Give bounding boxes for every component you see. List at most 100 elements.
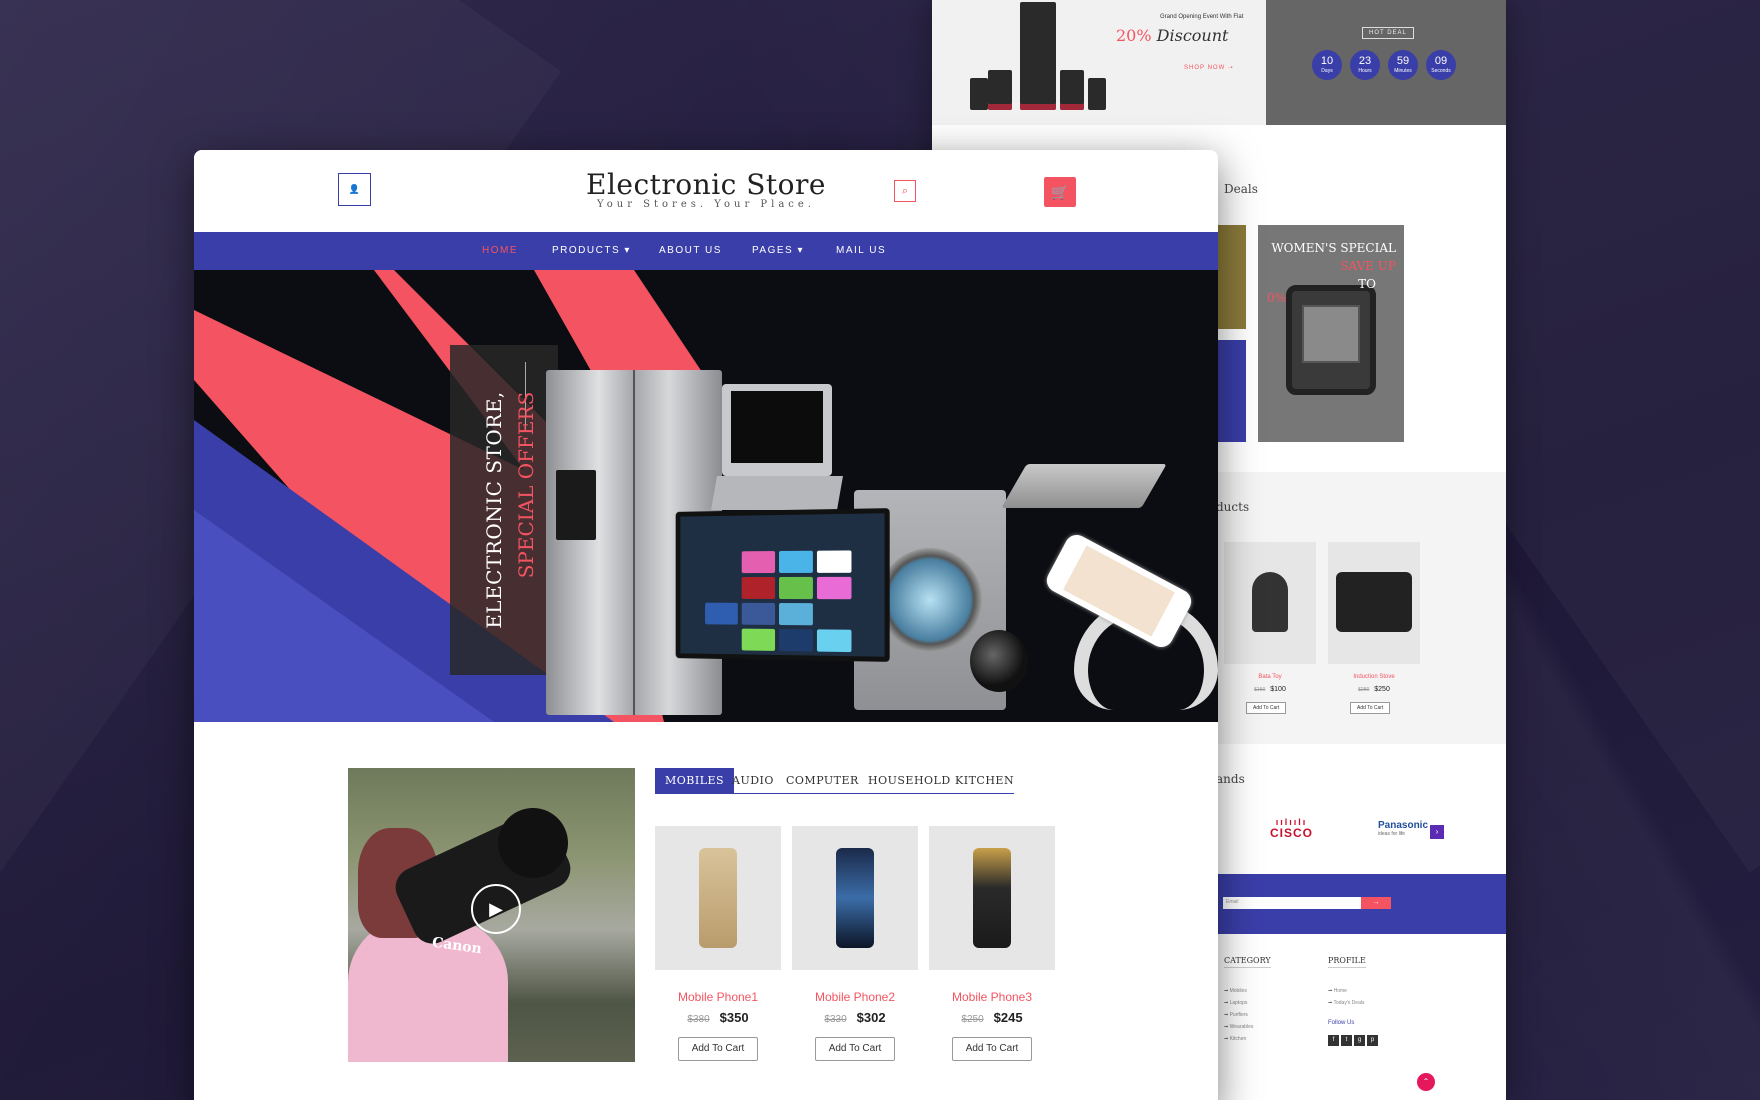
product-price: $330 $302: [824, 1010, 886, 1025]
product-card: Mobile Phone1 $380 $350 Add To Cart: [655, 826, 781, 1061]
speaker-image: [988, 70, 1012, 110]
product-image[interactable]: [655, 826, 781, 970]
promo-banner: Grand Opening Event With Flat 20% Discou…: [932, 0, 1506, 125]
cart-icon[interactable]: 🛒: [1044, 177, 1076, 207]
deal-tile[interactable]: [1216, 340, 1246, 442]
products-title: ducts: [1216, 500, 1250, 514]
nav-products[interactable]: PRODUCTS ▾: [552, 245, 631, 256]
hero-banner: ELECTRONIC STORE, SPECIAL OFFERS: [194, 270, 1218, 722]
product-price: $280 $250: [1358, 686, 1390, 693]
hero-subheading: SPECIAL OFFERS: [514, 391, 538, 579]
timer-seconds: 09 Seconds: [1426, 50, 1456, 80]
speaker-image: [970, 78, 988, 110]
tab-computer[interactable]: COMPUTER: [786, 768, 859, 794]
product-card: Mobile Phone2 $330 $302 Add To Cart: [792, 826, 918, 1061]
deal-tile[interactable]: [1216, 225, 1246, 329]
next-arrow-button[interactable]: ›: [1430, 825, 1444, 839]
discount-text: 20% Discount: [1116, 26, 1229, 45]
footer-link[interactable]: Home: [1328, 988, 1347, 994]
footer-link[interactable]: Purifiers: [1224, 1012, 1248, 1018]
timer-hours: 23 Hours: [1350, 50, 1380, 80]
profile-heading: PROFILE: [1328, 956, 1366, 968]
speaker-image: [1020, 2, 1056, 110]
footer-link[interactable]: Laptops: [1224, 1000, 1248, 1006]
scroll-to-top-button[interactable]: ⌃: [1417, 1073, 1435, 1091]
deals-title: Deals: [1224, 182, 1258, 196]
add-to-cart-button[interactable]: Add To Cart: [952, 1037, 1032, 1061]
facebook-icon[interactable]: f: [1328, 1035, 1339, 1046]
footer-link[interactable]: Today's Deals: [1328, 1000, 1365, 1006]
product-name[interactable]: Bata Toy: [1224, 674, 1316, 680]
site-title: Electronic Store: [586, 168, 826, 201]
watch-image: [1286, 285, 1376, 395]
macbook-image: [1001, 464, 1167, 508]
category-tabs: MOBILES AUDIO COMPUTER HOUSEHOLD KITCHEN: [655, 768, 1014, 794]
hero-heading: ELECTRONIC STORE,: [482, 391, 506, 629]
nav-home[interactable]: HOME: [482, 245, 518, 256]
product-image[interactable]: [792, 826, 918, 970]
video-thumbnail[interactable]: Canon ▶: [348, 768, 635, 1062]
speaker-image: [1060, 70, 1084, 110]
laptop-image: [711, 384, 843, 510]
site-logo[interactable]: Electronic Store Your Stores. Your Place…: [534, 168, 878, 210]
main-page-preview: 👤 Electronic Store Your Stores. Your Pla…: [194, 150, 1218, 1100]
add-to-cart-button[interactable]: Add To Cart: [815, 1037, 895, 1061]
cisco-logo[interactable]: ıılıılı CISCO: [1270, 818, 1313, 841]
womens-special-text: WOMEN'S SPECIAL: [1271, 241, 1396, 255]
products-section: Canon ▶ MOBILES AUDIO COMPUTER HOUSEHOLD…: [194, 722, 1218, 1100]
tab-mobiles[interactable]: MOBILES: [655, 768, 735, 794]
product-image[interactable]: [929, 826, 1055, 970]
add-to-cart-button[interactable]: Add To Cart: [1350, 702, 1391, 714]
user-icon[interactable]: 👤: [338, 173, 371, 206]
email-input[interactable]: Email: [1223, 897, 1361, 909]
search-icon[interactable]: ⌕: [894, 180, 916, 202]
footer-link[interactable]: Wearables: [1224, 1024, 1254, 1030]
banner-subtext: Grand Opening Event With Flat: [1160, 14, 1244, 20]
timer-days: 10 Days: [1312, 50, 1342, 80]
speaker-image: [1088, 78, 1106, 110]
percent-text: 0%: [1266, 291, 1286, 305]
product-name[interactable]: Mobile Phone1: [655, 990, 781, 1004]
to-text: TO: [1358, 277, 1376, 291]
webcam-image: [970, 630, 1028, 692]
footer-link[interactable]: Mobiles: [1224, 988, 1247, 994]
womens-special-tile[interactable]: WOMEN'S SPECIAL SAVE UP TO 0%: [1258, 225, 1404, 442]
add-to-cart-button[interactable]: Add To Cart: [1246, 702, 1287, 714]
product-price: $150 $100: [1254, 686, 1286, 693]
tab-kitchen[interactable]: KITCHEN: [955, 768, 1014, 794]
tab-audio[interactable]: AUDIO: [732, 768, 774, 794]
site-header: 👤 Electronic Store Your Stores. Your Pla…: [194, 150, 1218, 232]
product-card-image[interactable]: [1328, 542, 1420, 664]
pinterest-icon[interactable]: p: [1367, 1035, 1378, 1046]
product-card-image[interactable]: [1224, 542, 1316, 664]
product-price: $380 $350: [687, 1010, 749, 1025]
twitter-icon[interactable]: t: [1341, 1035, 1352, 1046]
nav-mail-us[interactable]: MAIL US: [836, 245, 886, 256]
smart-tv-image: [675, 508, 890, 662]
product-name[interactable]: Mobile Phone3: [929, 990, 1055, 1004]
hot-deal-banner: HOT DEAL 10 Days 23 Hours 59 Minutes 09 Seco…: [1266, 0, 1506, 125]
brands-title: ands: [1216, 772, 1245, 786]
iron-image: [1252, 572, 1288, 632]
follow-us-label: Follow Us: [1328, 1020, 1355, 1026]
nav-pages[interactable]: PAGES ▾: [752, 245, 804, 256]
product-name[interactable]: Induction Stove: [1328, 674, 1420, 680]
induction-stove-image: [1336, 572, 1412, 632]
subscribe-button[interactable]: →: [1361, 897, 1391, 909]
shop-now-link[interactable]: SHOP NOW ➝: [1184, 64, 1234, 71]
main-nav: HOME PRODUCTS ▾ ABOUT US PAGES ▾ MAIL US: [194, 232, 1218, 270]
add-to-cart-button[interactable]: Add To Cart: [678, 1037, 758, 1061]
save-up-text: SAVE UP: [1340, 259, 1396, 273]
category-heading: CATEGORY: [1224, 956, 1271, 968]
google-plus-icon[interactable]: g: [1354, 1035, 1365, 1046]
product-card: Mobile Phone3 $250 $245 Add To Cart: [929, 826, 1055, 1061]
product-name[interactable]: Mobile Phone2: [792, 990, 918, 1004]
discount-banner[interactable]: Grand Opening Event With Flat 20% Discou…: [932, 0, 1266, 125]
play-icon[interactable]: ▶: [471, 884, 521, 934]
nav-about[interactable]: ABOUT US: [659, 245, 722, 256]
tab-household[interactable]: HOUSEHOLD: [868, 768, 951, 794]
timer-minutes: 59 Minutes: [1388, 50, 1418, 80]
hot-deal-badge: HOT DEAL: [1362, 27, 1414, 39]
panasonic-logo[interactable]: Panasonic ideas for life: [1378, 820, 1428, 837]
footer-link[interactable]: Kitchen: [1224, 1036, 1247, 1042]
